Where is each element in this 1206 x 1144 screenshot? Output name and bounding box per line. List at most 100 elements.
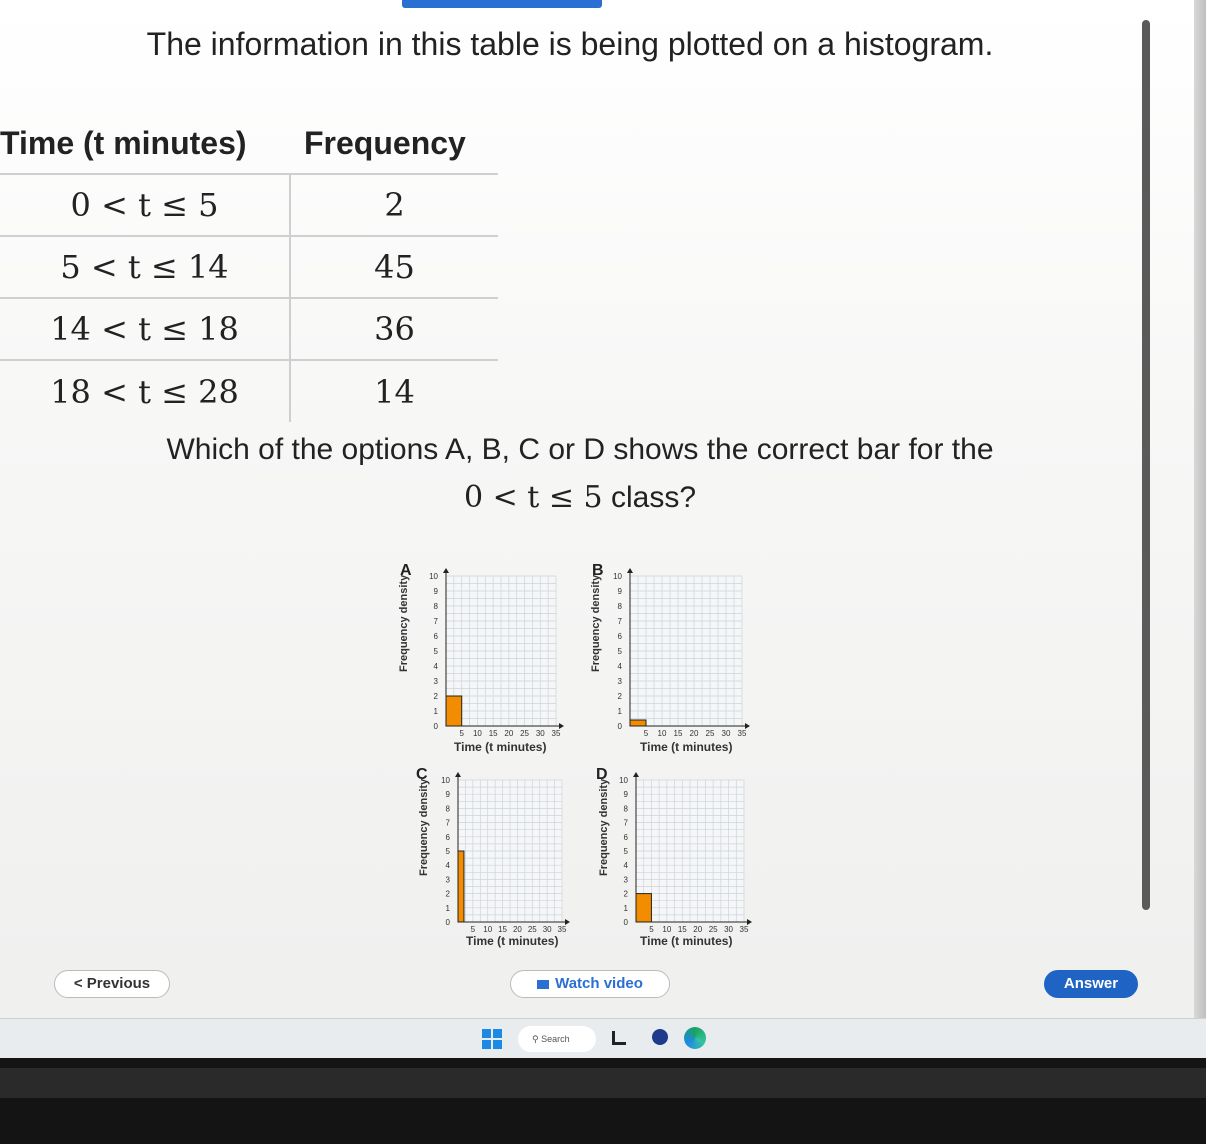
option-b-chart[interactable]: B Frequency density 0 1 2 3 4 5 6 7 8 9 10 5 10 15 20 2… (588, 562, 778, 762)
y-tick-label: 8 (446, 804, 451, 813)
x-tick-label: 30 (724, 925, 733, 934)
x-tick-label: 30 (722, 729, 731, 738)
y-tick-label: 5 (434, 647, 439, 656)
y-tick-label: 2 (618, 692, 623, 701)
y-tick-label: 0 (434, 722, 439, 731)
y-tick-label: 9 (434, 587, 439, 596)
answer-button[interactable]: Answer (1044, 970, 1138, 998)
x-axis-label: Time (t minutes) (640, 934, 733, 948)
x-axis-label: Time (t minutes) (640, 740, 733, 754)
x-tick-label: 15 (489, 729, 498, 738)
x-tick-label: 25 (709, 925, 718, 934)
y-tick-label: 3 (446, 875, 451, 884)
x-tick-label: 35 (552, 729, 561, 738)
table-row: 5 < t ≤ 14 45 (0, 235, 498, 298)
y-axis-arrow (443, 568, 449, 573)
option-b-plot: 0 1 2 3 4 5 6 7 8 9 10 5 10 15 20 25 30 35 (613, 568, 750, 738)
table-cell-frequency: 36 (290, 297, 498, 360)
y-tick-label: 10 (441, 776, 450, 785)
sub-question-line1: Which of the options A, B, C or D shows … (166, 433, 994, 466)
y-tick-label: 10 (613, 572, 622, 581)
x-tick-label: 10 (662, 925, 671, 934)
video-icon (537, 979, 550, 989)
option-a-chart[interactable]: A Frequency density 0 1 2 3 4 5 6 7 8 9 10 5 10 15 20 2… (396, 562, 586, 762)
table-cell-interval: 5 < t ≤ 14 (0, 235, 291, 298)
x-tick-label: 20 (693, 925, 702, 934)
y-tick-label: 6 (624, 833, 629, 842)
histogram-bar (629, 719, 647, 727)
x-axis-label: Time (t minutes) (466, 934, 559, 948)
y-tick-label: 6 (446, 833, 451, 842)
y-tick-label: 2 (446, 890, 451, 899)
y-tick-label: 1 (618, 707, 623, 716)
y-tick-label: 5 (624, 847, 629, 856)
x-tick-label: 20 (513, 925, 522, 934)
x-tick-label: 30 (536, 729, 545, 738)
windows-start-icon[interactable] (482, 1029, 502, 1049)
browser-icon[interactable] (684, 1027, 706, 1049)
table-row: 14 < t ≤ 18 36 (0, 297, 498, 360)
table-header-time: Time (t minutes) (0, 125, 247, 161)
x-tick-label: 10 (473, 729, 482, 738)
y-tick-label: 7 (446, 819, 451, 828)
x-tick-label: 10 (658, 729, 667, 738)
y-tick-label: 1 (446, 904, 451, 913)
watch-video-label: Watch video (555, 975, 643, 992)
screen-bezel (1194, 0, 1206, 1058)
sub-question-suffix: class? (602, 481, 697, 514)
previous-button[interactable]: < Previous (54, 970, 170, 998)
x-tick-label: 15 (674, 729, 683, 738)
sub-question-line2: 0 < t ≤ 5 class? (0, 474, 1160, 522)
y-axis-arrow (627, 568, 633, 573)
y-tick-label: 3 (618, 677, 623, 686)
y-tick-label: 3 (434, 677, 439, 686)
chat-app-icon[interactable] (652, 1029, 668, 1045)
option-d-chart[interactable]: D Frequency density 0 1 2 3 4 5 6 7 8 9 10 5 10 15 20 2… (592, 766, 782, 966)
quiz-page: The information in this table is being p… (0, 0, 1206, 1058)
y-tick-label: 7 (434, 617, 439, 626)
y-tick-label: 2 (434, 692, 439, 701)
table-cell-frequency: 45 (290, 235, 498, 298)
x-tick-label: 15 (498, 925, 507, 934)
x-tick-label: 20 (690, 729, 699, 738)
x-tick-label: 5 (644, 729, 649, 738)
x-tick-label: 15 (678, 925, 687, 934)
y-tick-label: 0 (624, 918, 629, 927)
histogram-bar (457, 850, 465, 923)
table-header-frequency: Frequency (304, 125, 466, 161)
y-tick-label: 1 (624, 904, 629, 913)
y-tick-label: 2 (624, 890, 629, 899)
option-a-plot: 0 1 2 3 4 5 6 7 8 9 10 5 10 15 20 25 30 35 (429, 568, 564, 738)
y-tick-label: 9 (618, 587, 623, 596)
option-c-chart[interactable]: C Frequency density 0 1 2 3 4 5 6 7 8 9 10 5 10 15 20 2… (412, 766, 602, 966)
table-row: 0 < t ≤ 5 2 (0, 173, 498, 236)
y-tick-label: 6 (618, 632, 623, 641)
search-icon: ⚲ (532, 1034, 542, 1044)
frequency-table: Time (t minutes) Frequency 0 < t ≤ 5 2 5… (0, 118, 498, 422)
y-tick-label: 8 (434, 602, 439, 611)
y-tick-label: 6 (434, 632, 439, 641)
table-cell-interval: 0 < t ≤ 5 (0, 173, 291, 236)
monitor-bezel-strip (0, 1068, 1206, 1098)
y-tick-label: 0 (618, 722, 623, 731)
search-label: Search (541, 1034, 570, 1044)
table-cell-frequency: 14 (290, 359, 498, 422)
y-tick-label: 3 (624, 875, 629, 884)
x-tick-label: 5 (471, 925, 476, 934)
x-tick-label: 25 (520, 729, 529, 738)
watch-video-button[interactable]: Watch video (510, 970, 670, 998)
histogram-bar (445, 695, 463, 727)
y-tick-label: 8 (618, 602, 623, 611)
y-tick-label: 5 (618, 647, 623, 656)
x-tick-label: 35 (740, 925, 749, 934)
taskbar-search[interactable]: ⚲ Search (518, 1026, 596, 1052)
y-tick-label: 4 (446, 861, 451, 870)
x-tick-label: 20 (504, 729, 513, 738)
y-tick-label: 1 (434, 707, 439, 716)
x-tick-label: 5 (459, 729, 464, 738)
top-indicator (402, 0, 602, 8)
taskbar: ⚲ Search (0, 1018, 1206, 1058)
class-interval-math: 0 < t ≤ 5 (463, 480, 603, 515)
file-explorer-icon[interactable] (612, 1031, 626, 1045)
y-tick-label: 4 (624, 861, 629, 870)
